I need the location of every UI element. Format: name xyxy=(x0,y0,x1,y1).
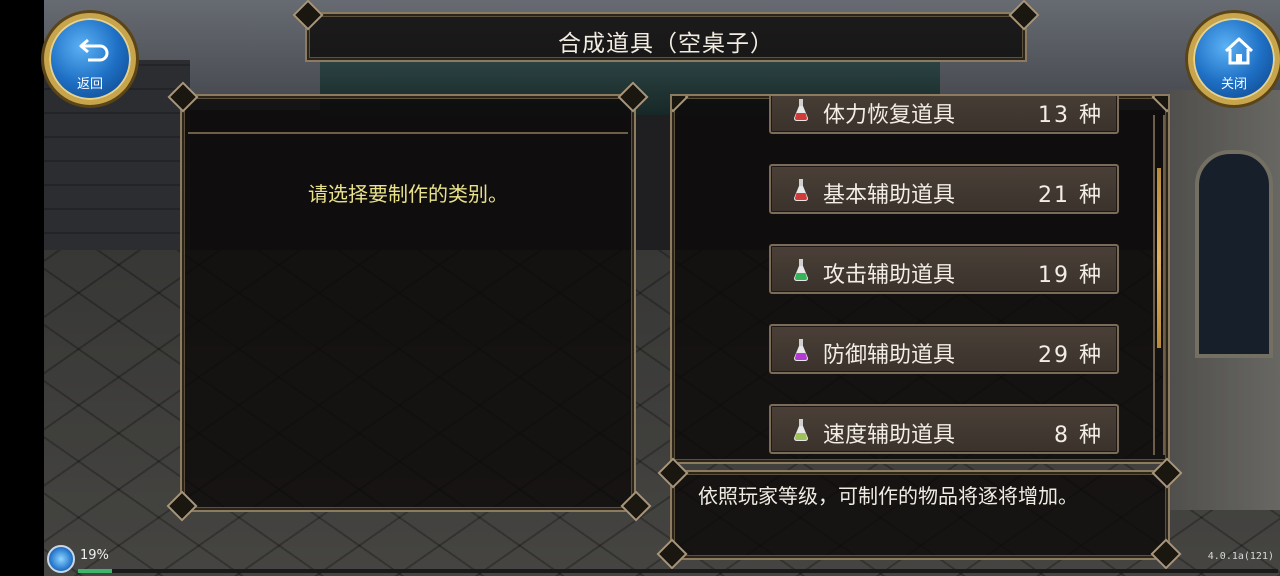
info-panel: 依照玩家等级，可制作的物品将逐将增加。 xyxy=(670,470,1170,560)
progress-fill xyxy=(78,569,113,573)
scrollbar-thumb[interactable] xyxy=(1157,168,1161,348)
potion-icon xyxy=(794,259,808,281)
category-item[interactable]: 体力恢复道具 13 种 xyxy=(769,96,1119,134)
battery-icon xyxy=(47,545,75,573)
category-item[interactable]: 防御辅助道具 29 种 xyxy=(769,324,1119,374)
detail-panel: 请选择要制作的类别。 xyxy=(180,94,636,512)
battery-percentage: 19% xyxy=(80,548,109,563)
potion-icon xyxy=(794,339,808,361)
screen-edge xyxy=(0,0,44,576)
info-text: 依照玩家等级，可制作的物品将逐将增加。 xyxy=(698,484,1078,508)
category-item[interactable]: 速度辅助道具 8 种 xyxy=(769,404,1119,454)
version-label: 4.0.1a(121) xyxy=(1207,551,1274,562)
category-count: 13 种 xyxy=(1038,103,1103,128)
potion-icon xyxy=(794,99,808,121)
select-category-prompt: 请选择要制作的类别。 xyxy=(308,182,508,206)
potion-icon xyxy=(794,419,808,441)
category-item[interactable]: 基本辅助道具 21 种 xyxy=(769,164,1119,214)
back-button[interactable]: 返回 xyxy=(44,13,136,105)
back-arrow-icon xyxy=(79,38,109,62)
panel-divider xyxy=(188,132,628,134)
back-button-label: 返回 xyxy=(76,77,103,92)
loading-progress-bar xyxy=(78,569,1278,573)
page-title: 合成道具（空桌子） xyxy=(558,31,774,57)
title-bar: 合成道具（空桌子） xyxy=(305,12,1027,62)
home-icon xyxy=(1224,37,1254,65)
category-label: 速度辅助道具 xyxy=(823,423,956,448)
category-count: 19 种 xyxy=(1038,263,1103,288)
category-count: 8 种 xyxy=(1054,423,1103,448)
category-label: 攻击辅助道具 xyxy=(823,263,956,288)
category-count: 21 种 xyxy=(1038,183,1103,208)
close-button-label: 关闭 xyxy=(1220,77,1247,92)
category-count: 29 种 xyxy=(1038,343,1103,368)
category-label: 防御辅助道具 xyxy=(823,343,956,368)
category-item[interactable]: 攻击辅助道具 19 种 xyxy=(769,244,1119,294)
category-list-panel: 体力恢复道具 13 种基本辅助道具 21 种攻击辅助道具 19 种防御辅助道具 29 种… xyxy=(670,94,1170,464)
category-label: 体力恢复道具 xyxy=(823,103,956,128)
potion-icon xyxy=(794,179,808,201)
close-button[interactable]: 关闭 xyxy=(1188,13,1280,105)
category-label: 基本辅助道具 xyxy=(823,183,956,208)
